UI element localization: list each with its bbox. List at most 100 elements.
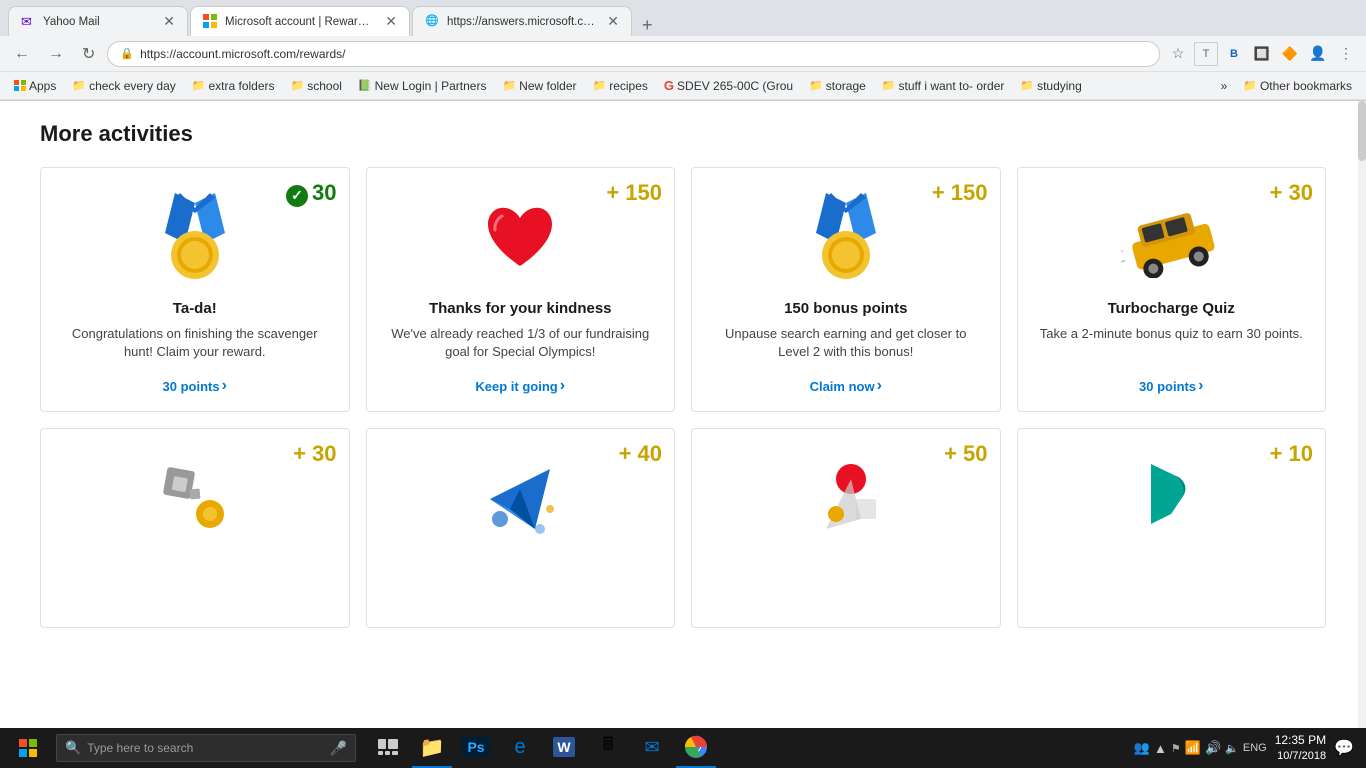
bookmark-note-icon: 📗 <box>358 79 372 92</box>
toolbar-icon-2[interactable]: B <box>1222 42 1246 66</box>
tab-close-yahoo[interactable]: ✕ <box>163 13 175 30</box>
page-content: More activities ✓30 <box>0 101 1366 729</box>
bottom-card-2[interactable]: + 40 <box>366 428 676 628</box>
card3-image <box>796 188 896 288</box>
bottom-card-1[interactable]: + 30 <box>40 428 350 628</box>
star-icon[interactable]: ☆ <box>1166 42 1190 66</box>
start-button[interactable] <box>4 728 52 768</box>
tab-title-answers: https://answers.microsoft.com/e <box>447 16 597 28</box>
bookmark-folder-icon-6: 📁 <box>809 79 823 92</box>
card1-action[interactable]: 30 points › <box>163 377 227 395</box>
bookmark-extra-folders[interactable]: 📁 extra folders <box>186 77 281 95</box>
bottom-card-3[interactable]: + 50 <box>691 428 1001 628</box>
tab-close-rewards[interactable]: ✕ <box>385 13 397 30</box>
bottom-cards-grid: + 30 + 40 <box>40 428 1326 628</box>
card1-desc: Congratulations on finishing the scaveng… <box>57 325 333 361</box>
bookmark-school-label: school <box>307 79 342 93</box>
card-kindness[interactable]: + 150 Thanks for your kindness We've alr… <box>366 167 676 412</box>
bookmark-recipes-label: recipes <box>609 79 648 93</box>
bookmark-folder-icon-2: 📁 <box>192 79 206 92</box>
card-tada[interactable]: ✓30 <box>40 167 350 412</box>
bookmark-school[interactable]: 📁 school <box>285 77 348 95</box>
abstract-icon <box>806 459 886 539</box>
tray-wifi-icon[interactable]: 📶 <box>1185 740 1201 756</box>
edge-button[interactable]: e <box>500 728 540 768</box>
toolbar-icon-1[interactable]: T <box>1194 42 1218 66</box>
microphone-icon[interactable]: 🎤 <box>330 740 347 757</box>
menu-icon[interactable]: ⋮ <box>1334 42 1358 66</box>
file-explorer-button[interactable]: 📁 <box>412 728 452 768</box>
chrome-icon <box>684 735 708 759</box>
bookmark-check-every-day[interactable]: 📁 check every day <box>66 77 181 95</box>
card-bonus[interactable]: + 150 150 bonus points Unpause search ea… <box>691 167 1001 412</box>
card4-title: Turbocharge Quiz <box>1108 300 1235 317</box>
card2-action[interactable]: Keep it going › <box>475 377 565 395</box>
clock-date: 10/7/2018 <box>1275 749 1326 764</box>
tray-network-icon[interactable]: ▲ <box>1154 741 1167 756</box>
tray-icons: 👥 ▲ ⚑ 📶 🔊 🔈 ENG <box>1134 740 1267 756</box>
notification-icon[interactable]: 💬 <box>1334 738 1354 758</box>
bookmark-extra-label: extra folders <box>208 79 274 93</box>
tab-ms-rewards[interactable]: Microsoft account | Rewards Das ✕ <box>190 6 410 36</box>
profile-icon[interactable]: 👤 <box>1306 42 1330 66</box>
word-button[interactable]: W <box>544 728 584 768</box>
card3-action[interactable]: Claim now › <box>810 377 882 395</box>
medal2-icon <box>806 193 886 283</box>
tab-close-answers[interactable]: ✕ <box>607 13 619 30</box>
card4-action[interactable]: 30 points › <box>1139 377 1203 395</box>
bing-icon <box>1141 459 1201 539</box>
bookmark-g-icon: G <box>664 78 674 93</box>
mail-button[interactable]: ✉ <box>632 728 672 768</box>
bookmark-stuff[interactable]: 📁 stuff i want to- order <box>876 77 1011 95</box>
browser-icons: ☆ T B 🔲 🔶 👤 ⋮ <box>1166 42 1358 66</box>
tray-person-icon[interactable]: 👥 <box>1134 740 1150 756</box>
bottom-card-4[interactable]: + 10 <box>1017 428 1327 628</box>
bookmark-sdev[interactable]: G SDEV 265-00C (Grou <box>658 76 799 95</box>
back-button[interactable]: ← <box>8 43 36 65</box>
bookmark-sdev-label: SDEV 265-00C (Grou <box>677 79 793 93</box>
bookmark-studying[interactable]: 📁 studying <box>1014 77 1087 95</box>
task-view-button[interactable] <box>368 728 408 768</box>
photoshop-button[interactable]: Ps <box>456 728 496 768</box>
toolbar-icon-3[interactable]: 🔲 <box>1250 42 1274 66</box>
bookmark-new-folder[interactable]: 📁 New folder <box>496 77 582 95</box>
calculator-button[interactable]: 🖩 <box>588 728 628 768</box>
paper-plane-icon <box>480 459 560 539</box>
bookmark-more-button[interactable]: » <box>1215 77 1234 95</box>
tray-speaker-icon[interactable]: 🔈 <box>1225 742 1239 755</box>
toolbar: ← → ↻ 🔒 https://account.microsoft.com/re… <box>0 36 1366 72</box>
toolbar-icon-4[interactable]: 🔶 <box>1278 42 1302 66</box>
bcard2-badge: + 40 <box>619 441 662 467</box>
address-bar[interactable]: 🔒 https://account.microsoft.com/rewards/ <box>107 41 1160 67</box>
card-quiz[interactable]: + 30 <box>1017 167 1327 412</box>
car-icon <box>1121 198 1221 278</box>
bookmark-new-folder-label: New folder <box>519 79 576 93</box>
card4-badge: + 30 <box>1270 180 1313 206</box>
tab-yahoo-mail[interactable]: ✉ Yahoo Mail ✕ <box>8 6 188 36</box>
bookmark-folder-icon-9: 📁 <box>1243 79 1257 92</box>
bookmark-folder-icon-8: 📁 <box>1020 79 1034 92</box>
search-icon: 🔍 <box>65 740 81 756</box>
card2-image <box>470 188 570 288</box>
search-placeholder-text: Type here to search <box>87 741 193 755</box>
forward-button[interactable]: → <box>42 43 70 65</box>
tray-flag-icon[interactable]: ⚑ <box>1171 742 1181 755</box>
answers-favicon: 🌐 <box>425 14 441 30</box>
bookmark-other[interactable]: 📁 Other bookmarks <box>1237 77 1358 95</box>
chrome-button[interactable] <box>676 728 716 768</box>
heart-icon <box>480 198 560 278</box>
new-tab-button[interactable]: + <box>634 15 661 36</box>
bookmark-storage[interactable]: 📁 storage <box>803 77 872 95</box>
tray-lang[interactable]: ENG <box>1243 742 1267 754</box>
system-clock[interactable]: 12:35 PM 10/7/2018 <box>1275 732 1326 764</box>
bookmark-new-login[interactable]: 📗 New Login | Partners <box>352 77 493 95</box>
refresh-button[interactable]: ↻ <box>76 42 101 66</box>
bookmark-apps-label: Apps <box>29 79 56 93</box>
bookmark-apps[interactable]: Apps <box>8 77 62 95</box>
medal-icon <box>155 193 235 283</box>
tray-volume-icon[interactable]: 🔊 <box>1205 740 1221 756</box>
bookmark-check-label: check every day <box>89 79 176 93</box>
bookmark-recipes[interactable]: 📁 recipes <box>587 77 654 95</box>
tab-answers[interactable]: 🌐 https://answers.microsoft.com/e ✕ <box>412 6 632 36</box>
taskbar-search-box[interactable]: 🔍 Type here to search 🎤 <box>56 734 356 762</box>
